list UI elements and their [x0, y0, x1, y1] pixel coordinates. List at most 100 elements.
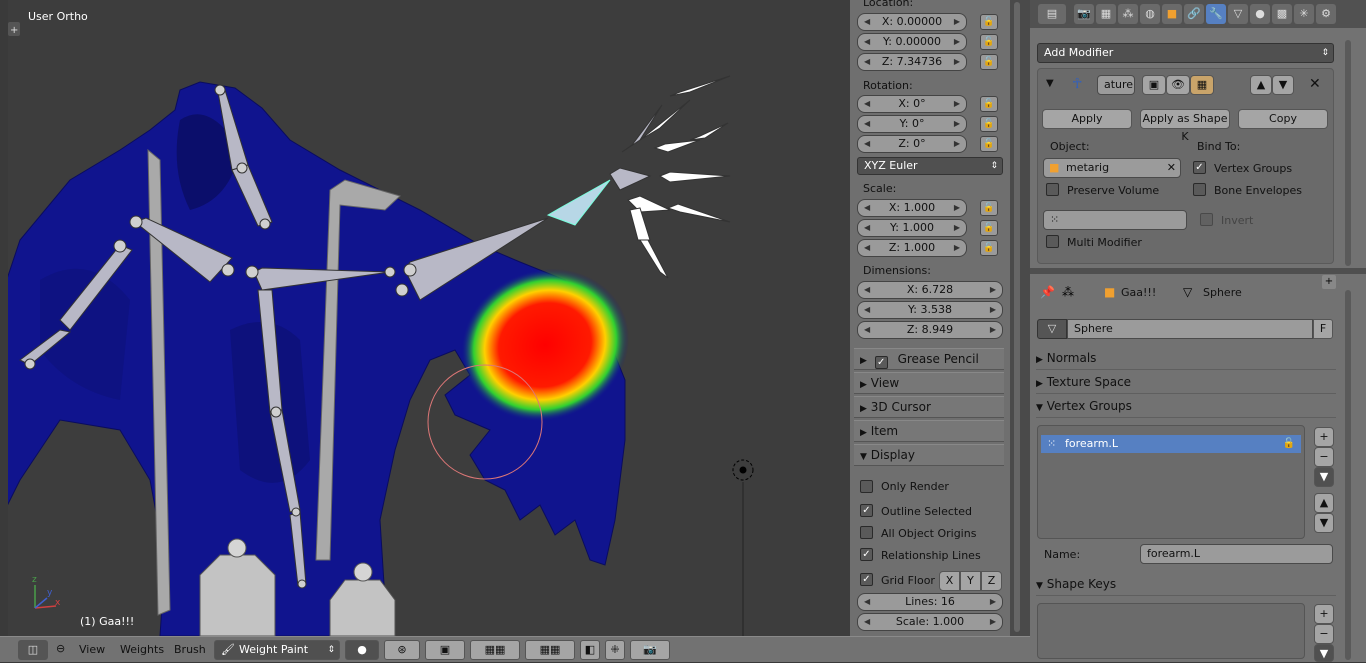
panel-display[interactable]: ▼ Display: [854, 444, 1004, 466]
invert-checkbox[interactable]: [1200, 213, 1213, 226]
add-group-icon[interactable]: +: [1314, 427, 1334, 447]
apply-as-shape-button[interactable]: Apply as Shape K: [1140, 109, 1230, 143]
location-x-field[interactable]: ◀ X: 0.00000 ▶: [857, 13, 967, 31]
render-layers-icon[interactable]: ▦: [1096, 4, 1116, 24]
move-group-down-icon[interactable]: ▼: [1314, 513, 1334, 533]
remove-group-icon[interactable]: −: [1314, 447, 1334, 467]
apply-button[interactable]: Apply: [1042, 109, 1132, 129]
collapse-arrow-icon[interactable]: ▼: [1046, 78, 1054, 89]
npanel-scrollbar-thumb[interactable]: [1014, 2, 1020, 632]
lock-icon[interactable]: 🔓: [980, 96, 998, 112]
physics-icon[interactable]: ⚙: [1316, 4, 1336, 24]
lock-icon[interactable]: 🔓: [1283, 435, 1295, 452]
texture-icon[interactable]: ▩: [1272, 4, 1292, 24]
material-icon[interactable]: ●: [1250, 4, 1270, 24]
panel-grease-pencil[interactable]: ▶ ✓ Grease Pencil: [854, 348, 1004, 370]
object-icon[interactable]: ■: [1162, 4, 1182, 24]
mesh-browse-icon[interactable]: ▽: [1037, 319, 1067, 339]
lock-icon[interactable]: 🔓: [980, 34, 998, 50]
object-field[interactable]: ■ metarig ✕: [1043, 158, 1181, 178]
multi-modifier-checkbox[interactable]: [1046, 235, 1059, 248]
grease-pencil-checkbox[interactable]: ✓: [874, 356, 888, 369]
viewport-scene[interactable]: +: [0, 0, 850, 636]
section-texture-space[interactable]: ▶ Texture Space: [1036, 372, 1336, 394]
close-icon[interactable]: ✕: [1309, 76, 1321, 92]
lock-icon[interactable]: 🔓: [980, 200, 998, 216]
panel-item[interactable]: ▶ Item: [854, 420, 1004, 442]
preserve-volume-checkbox[interactable]: [1046, 183, 1059, 196]
add-modifier-dropdown[interactable]: Add Modifier ⇕: [1037, 43, 1334, 63]
modifier-scrollbar[interactable]: [1345, 40, 1351, 266]
lock-layers-icon[interactable]: ◧: [580, 640, 600, 660]
grid-axis-z-toggle[interactable]: Z: [981, 571, 1002, 591]
grid-lines-field[interactable]: ◀ Lines: 16 ▶: [857, 593, 1003, 611]
lock-icon[interactable]: 🔓: [980, 136, 998, 152]
editor-type-icon[interactable]: ▤: [1038, 4, 1066, 24]
lock-icon[interactable]: 🔓: [980, 14, 998, 30]
grid-axis-x-toggle[interactable]: X: [939, 571, 960, 591]
panel-3d-cursor[interactable]: ▶ 3D Cursor: [854, 396, 1004, 418]
scene-icon[interactable]: ⁂: [1118, 4, 1138, 24]
lock-icon[interactable]: 🔓: [980, 220, 998, 236]
bone-envelopes-checkbox[interactable]: [1193, 183, 1206, 196]
rotation-mode-select[interactable]: XYZ Euler ⇕: [857, 157, 1003, 175]
dimension-y-field[interactable]: ◀ Y: 3.538 ▶: [857, 301, 1003, 319]
vertex-group-field[interactable]: ⁙: [1043, 210, 1187, 230]
lock-icon[interactable]: 🔓: [980, 240, 998, 256]
render-icon[interactable]: 📷: [1074, 4, 1094, 24]
scale-x-field[interactable]: ◀ X: 1.000 ▶: [857, 199, 967, 217]
view-menu[interactable]: View: [79, 643, 105, 656]
weights-menu[interactable]: Weights: [120, 643, 164, 656]
lock-icon[interactable]: 🔓: [980, 116, 998, 132]
dimension-x-field[interactable]: ◀ X: 6.728 ▶: [857, 281, 1003, 299]
move-group-up-icon[interactable]: ▲: [1314, 493, 1334, 513]
copy-button[interactable]: Copy: [1238, 109, 1328, 129]
section-shape-keys[interactable]: ▼ Shape Keys: [1036, 574, 1336, 596]
grid-scale-field[interactable]: ◀ Scale: 1.000 ▶: [857, 613, 1003, 631]
remove-shape-key-icon[interactable]: −: [1314, 624, 1334, 644]
grid-axis-y-toggle[interactable]: Y: [960, 571, 981, 591]
layers-grid[interactable]: ▦▦: [525, 640, 575, 660]
modifiers-wrench-icon[interactable]: 🔧: [1206, 4, 1226, 24]
grid-floor-checkbox[interactable]: ✓: [860, 573, 873, 586]
clear-icon[interactable]: ✕: [1167, 159, 1176, 177]
render-camera-icon[interactable]: 📷: [630, 640, 670, 660]
location-z-field[interactable]: ◀ Z: 7.34736 ▶: [857, 53, 967, 71]
constraints-icon[interactable]: 🔗: [1184, 4, 1204, 24]
modifier-name-field[interactable]: ature: [1097, 75, 1135, 95]
relationship-lines-checkbox[interactable]: ✓: [860, 548, 873, 561]
all-object-origins-checkbox[interactable]: [860, 526, 873, 539]
lock-icon[interactable]: 🔓: [980, 54, 998, 70]
scale-z-field[interactable]: ◀ Z: 1.000 ▶: [857, 239, 967, 257]
dimension-z-field[interactable]: ◀ Z: 8.949 ▶: [857, 321, 1003, 339]
editmode-toggle-icon[interactable]: ▦: [1190, 75, 1214, 95]
rotation-x-field[interactable]: ◀ X: 0° ▶: [857, 95, 967, 113]
move-up-icon[interactable]: ▲: [1250, 75, 1272, 95]
fake-user-button[interactable]: F: [1313, 319, 1333, 339]
outline-selected-checkbox[interactable]: ✓: [860, 504, 873, 517]
viewport-eye-icon[interactable]: 👁: [1166, 75, 1190, 95]
render-toggle-icon[interactable]: ▣: [1142, 75, 1166, 95]
particles-icon[interactable]: ✳: [1294, 4, 1314, 24]
mesh-name-field[interactable]: Sphere: [1067, 319, 1313, 339]
list-item[interactable]: ⁙ forearm.L 🔓: [1041, 435, 1301, 453]
panel-view[interactable]: ▶ View: [854, 372, 1004, 394]
scale-y-field[interactable]: ◀ Y: 1.000 ▶: [857, 219, 967, 237]
area-plus-icon[interactable]: +: [1322, 275, 1336, 289]
pin-icon[interactable]: 📌: [1040, 285, 1055, 299]
group-specials-icon[interactable]: ▼: [1314, 467, 1334, 487]
shape-key-list[interactable]: [1037, 603, 1305, 659]
layers-small-grid[interactable]: ▦▦: [470, 640, 520, 660]
shape-key-specials-icon[interactable]: ▼: [1314, 644, 1334, 662]
3d-viewport[interactable]: + User Ortho (1) Gaa!!! z x y: [0, 0, 850, 636]
brush-menu[interactable]: Brush: [174, 643, 206, 656]
vertex-groups-checkbox[interactable]: ✓: [1193, 161, 1206, 174]
world-icon[interactable]: ◍: [1140, 4, 1160, 24]
pivot-point-icon[interactable]: ⊛: [384, 640, 420, 660]
location-y-field[interactable]: ◀ Y: 0.00000 ▶: [857, 33, 967, 51]
editor-type-icon[interactable]: ◫: [18, 640, 48, 660]
mesh-data-icon[interactable]: ▽: [1228, 4, 1248, 24]
rotation-y-field[interactable]: ◀ Y: 0° ▶: [857, 115, 967, 133]
only-render-checkbox[interactable]: [860, 480, 873, 493]
menu-collapse-icon[interactable]: ⊖: [56, 642, 65, 655]
